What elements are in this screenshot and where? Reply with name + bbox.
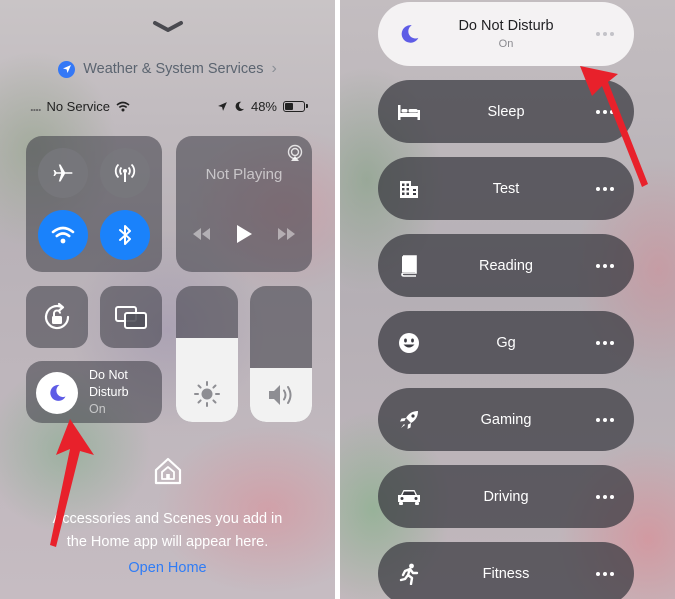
screen-mirroring-button[interactable]: [100, 286, 162, 348]
more-options-button[interactable]: [596, 542, 614, 599]
focus-name: Gg: [496, 334, 516, 351]
focus-sleep[interactable]: Sleep: [378, 80, 634, 143]
more-options-button[interactable]: [596, 311, 614, 374]
focus-moon-button[interactable]: [36, 372, 78, 414]
signal-dots-icon: ....: [30, 98, 41, 114]
focus-status: On: [89, 402, 106, 416]
focus-driving[interactable]: Driving: [378, 465, 634, 528]
media-controls: [190, 224, 298, 244]
location-arrow-icon: [58, 60, 76, 78]
now-playing-label: Not Playing: [205, 166, 283, 183]
volume-slider[interactable]: [250, 286, 312, 422]
orientation-lock-button[interactable]: [26, 286, 88, 348]
focus-status: On: [498, 38, 514, 50]
runner-icon: [394, 542, 424, 599]
more-options-button[interactable]: [596, 465, 614, 528]
wifi-status-icon: [116, 101, 130, 111]
focus-name: Gaming: [480, 411, 532, 428]
focus-label: Do Not Disturb On: [428, 2, 584, 66]
control-center-panel: Weather & System Services › .... No Serv…: [0, 0, 335, 599]
focus-name: Do Not Disturb: [458, 18, 554, 34]
cellular-icon: [114, 163, 136, 182]
moon-status-icon: [235, 101, 245, 111]
screen-mirroring-icon: [115, 306, 147, 329]
wifi-icon: [51, 226, 75, 244]
location-banner-label: Weather & System Services: [83, 61, 264, 77]
more-options-button[interactable]: [596, 80, 614, 143]
more-options-button[interactable]: [596, 157, 614, 220]
focus-name: Fitness: [482, 565, 530, 582]
brightness-slider[interactable]: [176, 286, 238, 422]
chevron-right-icon: ›: [271, 60, 277, 77]
focus-title-line1: Do Not: [89, 368, 128, 382]
moon-icon: [50, 384, 66, 401]
rewind-icon[interactable]: [190, 227, 212, 241]
brightness-sun-icon: [194, 381, 220, 407]
focus-name: Driving: [483, 488, 529, 505]
focus-name: Reading: [478, 257, 533, 274]
car-icon: [394, 465, 424, 528]
location-status-icon: [218, 101, 227, 111]
building-icon: [394, 157, 424, 220]
focus-name: Test: [492, 180, 520, 197]
more-options-button[interactable]: [596, 388, 614, 451]
focus-tile-text: Do Not Disturb On: [89, 367, 129, 418]
open-home-link[interactable]: Open Home: [0, 560, 335, 576]
play-icon[interactable]: [235, 224, 253, 244]
focus-name: Sleep: [487, 103, 525, 120]
orientation-lock-icon: [44, 302, 70, 330]
chevron-down-icon[interactable]: [152, 20, 184, 34]
focus-fitness[interactable]: Fitness: [378, 542, 634, 599]
airplay-icon[interactable]: [286, 144, 304, 162]
focus-gg[interactable]: Gg: [378, 311, 634, 374]
home-empty-message: Accessories and Scenes you add in the Ho…: [20, 508, 315, 554]
home-message-line2: the Home app will appear here.: [66, 534, 269, 550]
status-bar: .... No Service 48%: [30, 96, 308, 116]
focus-gaming[interactable]: Gaming: [378, 388, 634, 451]
wifi-button[interactable]: [38, 210, 88, 260]
carrier-label: No Service: [46, 98, 111, 114]
more-options-button[interactable]: [596, 2, 614, 66]
focus-title-line2: Disturb: [89, 385, 129, 399]
focus-modes-panel: Do Not Disturb On Sleep Test Reading Gg …: [340, 0, 675, 599]
speaker-icon: [269, 385, 292, 405]
more-options-button[interactable]: [596, 234, 614, 297]
bluetooth-icon: [119, 225, 131, 245]
airplane-icon: [53, 164, 73, 182]
now-playing-module[interactable]: Not Playing: [176, 136, 312, 272]
connectivity-module: [26, 136, 162, 272]
location-services-banner[interactable]: Weather & System Services ›: [0, 58, 335, 80]
focus-test[interactable]: Test: [378, 157, 634, 220]
focus-do-not-disturb[interactable]: Do Not Disturb On: [378, 2, 634, 66]
moon-icon: [394, 2, 424, 66]
book-icon: [394, 234, 424, 297]
home-icon: [154, 457, 182, 485]
focus-tile[interactable]: Do Not Disturb On: [26, 361, 162, 423]
fast-forward-icon[interactable]: [276, 227, 298, 241]
battery-percent: 48%: [250, 98, 277, 114]
home-message-line1: Accessories and Scenes you add in: [52, 511, 283, 527]
bed-icon: [394, 80, 424, 143]
smiley-icon: [394, 311, 424, 374]
battery-icon: [283, 100, 308, 112]
rocket-icon: [394, 388, 424, 451]
airplane-mode-button[interactable]: [38, 148, 88, 198]
focus-reading[interactable]: Reading: [378, 234, 634, 297]
bluetooth-button[interactable]: [100, 210, 150, 260]
cellular-data-button[interactable]: [100, 148, 150, 198]
